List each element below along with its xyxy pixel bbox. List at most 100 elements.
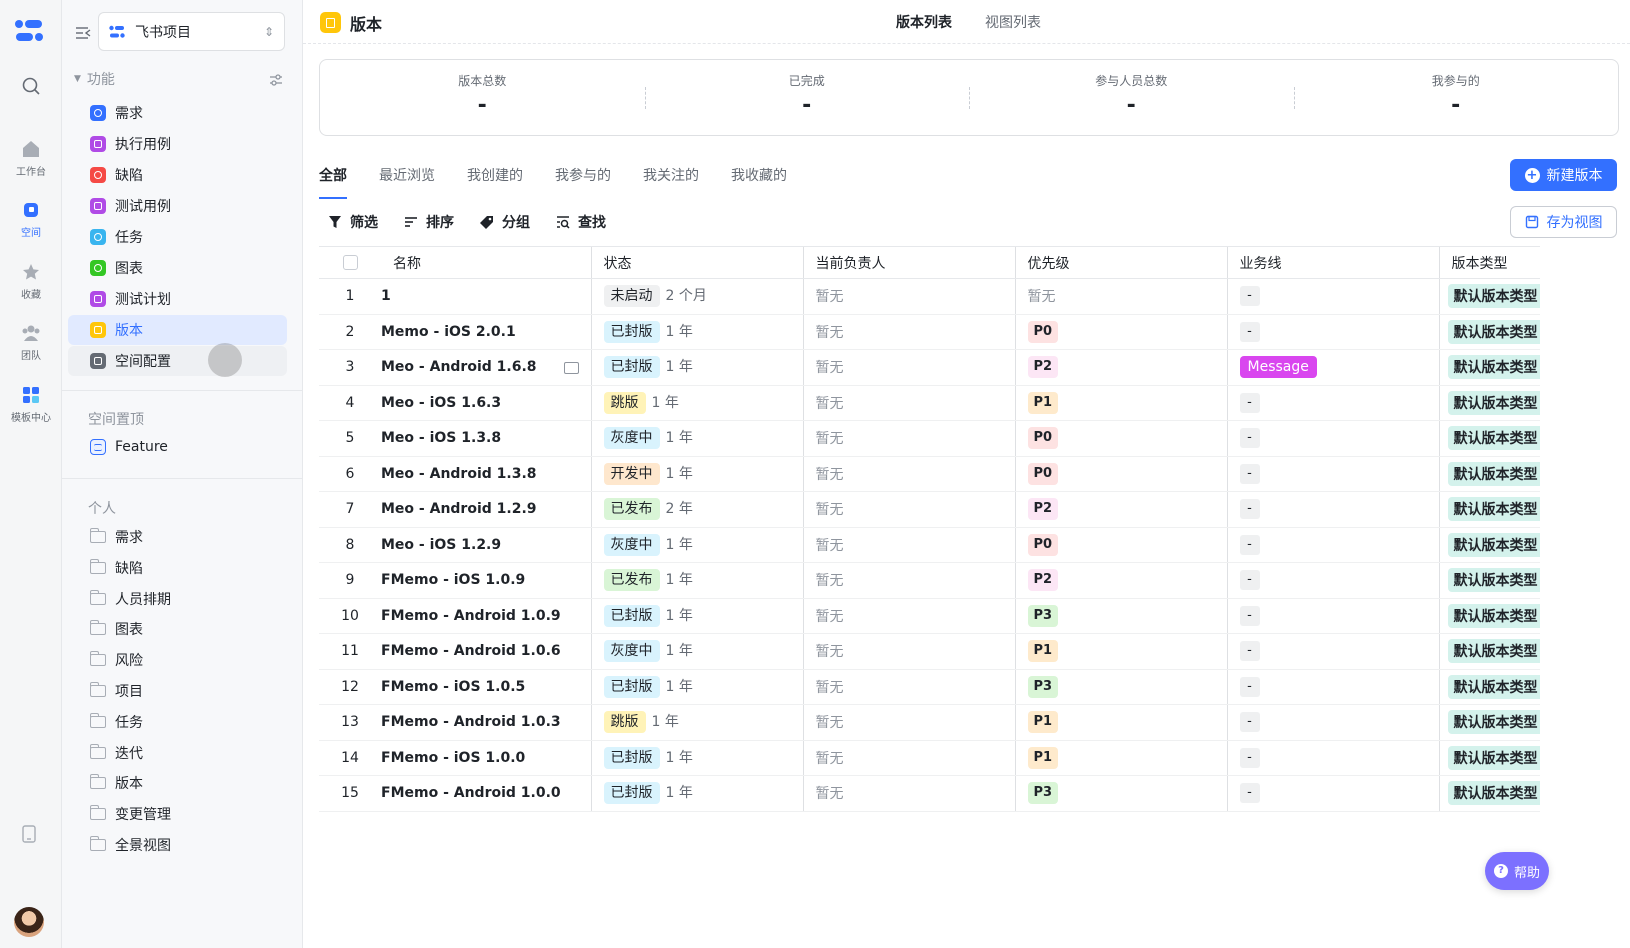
owner-cell[interactable]: 暂无 <box>802 562 1015 599</box>
status-cell[interactable]: 已封版 1 年 <box>590 349 803 386</box>
version-name[interactable]: FMemo - Android 1.0.9 <box>381 608 561 624</box>
version-type-cell[interactable]: 默认版本类型 <box>1438 314 1540 350</box>
priority-cell[interactable]: P0 <box>1014 456 1227 492</box>
comment-icon[interactable] <box>563 362 579 375</box>
priority-cell[interactable]: P3 <box>1014 669 1227 705</box>
sort-button[interactable]: 排序 <box>404 212 454 232</box>
sidebar-item-personal-3[interactable]: 图表 <box>68 614 287 644</box>
mobile-icon[interactable] <box>21 825 37 843</box>
table-row[interactable]: 11 FMemo - Android 1.0.6 灰度中 1 年 暂无 P1 - 默认版本类型 <box>319 633 1540 670</box>
sidebar-item-feature-2[interactable]: 缺陷 <box>68 160 287 190</box>
version-name[interactable]: FMemo - iOS 1.0.5 <box>381 679 525 695</box>
sidebar-item-personal-7[interactable]: 迭代 <box>68 738 287 768</box>
version-type-cell[interactable]: 默认版本类型 <box>1438 385 1540 421</box>
sidebar-item-personal-2[interactable]: 人员排期 <box>68 584 287 614</box>
owner-cell[interactable]: 暂无 <box>802 314 1015 350</box>
business-line-cell[interactable]: - <box>1226 704 1439 741</box>
version-type-cell[interactable]: 默认版本类型 <box>1438 775 1540 812</box>
business-line-cell[interactable]: - <box>1226 491 1439 528</box>
sidebar-item-personal-5[interactable]: 项目 <box>68 676 287 706</box>
priority-cell[interactable]: P2 <box>1014 562 1227 599</box>
status-cell[interactable]: 跳版 1 年 <box>590 385 803 421</box>
priority-cell[interactable]: P0 <box>1014 314 1227 350</box>
status-cell[interactable]: 未启动 2 个月 <box>590 278 803 315</box>
tab-followed[interactable]: 我关注的 <box>643 165 699 199</box>
priority-cell[interactable]: P3 <box>1014 775 1227 812</box>
version-name[interactable]: 1 <box>381 288 391 304</box>
status-cell[interactable]: 已封版 1 年 <box>590 598 803 634</box>
rail-templates[interactable]: 模板中心 <box>0 385 62 424</box>
status-cell[interactable]: 已封版 1 年 <box>590 669 803 705</box>
version-type-cell[interactable]: 默认版本类型 <box>1438 491 1540 528</box>
table-row[interactable]: 10 FMemo - Android 1.0.9 已封版 1 年 暂无 P3 - 默认版本类型 <box>319 598 1540 634</box>
owner-cell[interactable]: 暂无 <box>802 349 1015 386</box>
status-cell[interactable]: 开发中 1 年 <box>590 456 803 492</box>
find-button[interactable]: 查找 <box>556 212 606 232</box>
sidebar-item-personal-0[interactable]: 需求 <box>68 522 287 552</box>
owner-cell[interactable]: 暂无 <box>802 420 1015 457</box>
version-name-cell[interactable]: FMemo - Android 1.0.3 <box>381 704 591 741</box>
version-name-cell[interactable]: Meo - Android 1.2.9 <box>381 491 591 528</box>
version-name[interactable]: Memo - iOS 2.0.1 <box>381 324 516 340</box>
status-cell[interactable]: 已发布 1 年 <box>590 562 803 599</box>
business-line-cell[interactable]: - <box>1226 740 1439 776</box>
sidebar-item-feature-4[interactable]: 任务 <box>68 222 287 252</box>
priority-cell[interactable]: 暂无 <box>1014 278 1227 315</box>
sidebar-item-personal-1[interactable]: 缺陷 <box>68 553 287 583</box>
filter-button[interactable]: 筛选 <box>328 212 378 232</box>
owner-cell[interactable]: 暂无 <box>802 278 1015 315</box>
owner-cell[interactable]: 暂无 <box>802 598 1015 634</box>
rail-team[interactable]: 团队 <box>0 323 62 362</box>
owner-cell[interactable]: 暂无 <box>802 527 1015 563</box>
table-row[interactable]: 6 Meo - Android 1.3.8 开发中 1 年 暂无 P0 - 默认版本类型 <box>319 456 1540 492</box>
table-row[interactable]: 1 1 未启动 2 个月 暂无 暂无 - 默认版本类型 <box>319 278 1540 315</box>
version-name[interactable]: FMemo - iOS 1.0.0 <box>381 750 525 766</box>
version-name[interactable]: FMemo - Android 1.0.3 <box>381 714 561 730</box>
table-row[interactable]: 5 Meo - iOS 1.3.8 灰度中 1 年 暂无 P0 - 默认版本类型 <box>319 420 1540 457</box>
version-name-cell[interactable]: Memo - iOS 2.0.1 <box>381 314 591 350</box>
business-line-cell[interactable]: - <box>1226 385 1439 421</box>
priority-cell[interactable]: P2 <box>1014 349 1227 386</box>
business-line-cell[interactable]: Message <box>1226 349 1439 386</box>
version-name[interactable]: Meo - iOS 1.3.8 <box>381 430 501 446</box>
rail-space[interactable]: 空间 <box>0 200 62 239</box>
sidebar-item-feature-6[interactable]: 测试计划 <box>68 284 287 314</box>
group-button[interactable]: 分组 <box>480 212 530 232</box>
select-all-checkbox[interactable] <box>342 255 358 270</box>
tab-favorited[interactable]: 我收藏的 <box>731 165 787 199</box>
sidebar-item-personal-8[interactable]: 版本 <box>68 768 287 798</box>
owner-cell[interactable]: 暂无 <box>802 775 1015 812</box>
sidebar-item-personal-4[interactable]: 风险 <box>68 645 287 675</box>
business-line-cell[interactable]: - <box>1226 633 1439 670</box>
version-name-cell[interactable]: Meo - iOS 1.6.3 <box>381 385 591 421</box>
priority-cell[interactable]: P3 <box>1014 598 1227 634</box>
version-type-cell[interactable]: 默认版本类型 <box>1438 278 1540 315</box>
version-name[interactable]: Meo - iOS 1.2.9 <box>381 537 501 553</box>
version-name[interactable]: FMemo - iOS 1.0.9 <box>381 572 525 588</box>
version-name-cell[interactable]: FMemo - iOS 1.0.5 <box>381 669 591 705</box>
project-selector[interactable]: 飞书项目 ⇕ <box>98 12 285 51</box>
version-name-cell[interactable]: FMemo - Android 1.0.9 <box>381 598 591 634</box>
priority-cell[interactable]: P2 <box>1014 491 1227 528</box>
status-cell[interactable]: 灰度中 1 年 <box>590 633 803 670</box>
rail-search[interactable] <box>0 76 62 100</box>
business-line-cell[interactable]: - <box>1226 598 1439 634</box>
version-name[interactable]: Meo - Android 1.3.8 <box>381 466 537 482</box>
sidebar-item-feature[interactable]: Feature <box>68 432 287 462</box>
filter-settings-icon[interactable] <box>268 72 284 88</box>
version-name-cell[interactable]: 1 <box>381 278 591 315</box>
version-type-cell[interactable]: 默认版本类型 <box>1438 456 1540 492</box>
sidebar-item-personal-10[interactable]: 全景视图 <box>68 830 287 860</box>
priority-cell[interactable]: P1 <box>1014 633 1227 670</box>
owner-cell[interactable]: 暂无 <box>802 669 1015 705</box>
column-header[interactable]: 优先级 <box>1014 246 1227 279</box>
column-header[interactable]: 状态 <box>590 246 803 279</box>
priority-cell[interactable]: P1 <box>1014 704 1227 741</box>
rail-workbench[interactable]: 工作台 <box>0 139 62 178</box>
sidebar-item-feature-0[interactable]: 需求 <box>68 98 287 128</box>
sidebar-item-feature-7[interactable]: 版本 <box>68 315 287 345</box>
business-line-cell[interactable]: - <box>1226 775 1439 812</box>
help-button[interactable]: ? 帮助 <box>1485 852 1549 890</box>
version-name[interactable]: FMemo - Android 1.0.0 <box>381 785 561 801</box>
table-row[interactable]: 9 FMemo - iOS 1.0.9 已发布 1 年 暂无 P2 - 默认版本类型 <box>319 562 1540 599</box>
